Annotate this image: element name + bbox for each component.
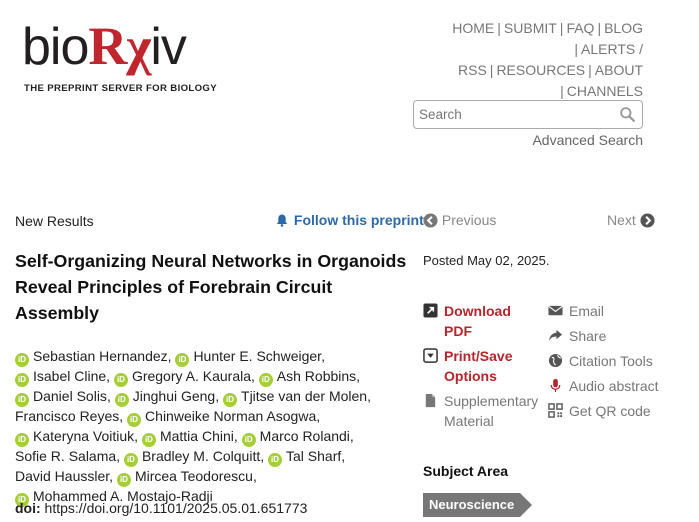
author-item[interactable]: iD Tjitse van der Molen, xyxy=(223,388,371,407)
biorxiv-logo[interactable]: bioRχiv THE PREPRINT SERVER FOR BIOLOGY xyxy=(22,18,217,94)
nav-home[interactable]: HOME xyxy=(452,20,494,36)
author-item[interactable]: iD Chinweike Norman Asogwa, xyxy=(127,408,320,427)
doi-link[interactable]: https://doi.org/10.1101/2025.05.01.65177… xyxy=(45,500,308,516)
globe-icon xyxy=(548,353,563,368)
qr-code-icon xyxy=(548,403,563,418)
nav-about[interactable]: ABOUT xyxy=(595,62,643,78)
bell-icon xyxy=(276,214,288,227)
download-pdf-link[interactable]: Download PDF xyxy=(423,301,511,341)
author-item[interactable]: iD Kateryna Voitiuk, xyxy=(15,428,138,447)
print-save-options[interactable]: Print/Save Options xyxy=(423,346,512,386)
author-item[interactable]: iD Daniel Solis, xyxy=(15,388,111,407)
email-link[interactable]: Email xyxy=(548,301,604,321)
author-item[interactable]: David Haussler, xyxy=(15,468,113,484)
article-section-label: New Results xyxy=(15,213,94,229)
orcid-icon[interactable]: iD xyxy=(258,373,273,387)
search-input[interactable] xyxy=(414,101,604,128)
caret-square-down-icon xyxy=(423,348,438,363)
orcid-icon[interactable]: iD xyxy=(15,433,29,447)
arrow-right-circle-icon xyxy=(640,213,655,228)
orcid-icon[interactable]: iD xyxy=(15,393,29,407)
author-item[interactable]: iD Mattia Chini, xyxy=(141,428,238,447)
orcid-icon[interactable]: iD xyxy=(15,373,29,387)
orcid-icon[interactable]: iD xyxy=(114,393,129,407)
author-item[interactable]: iD Mircea Teodorescu, xyxy=(116,468,257,487)
orcid-icon[interactable]: iD xyxy=(241,433,256,447)
orcid-icon[interactable]: iD xyxy=(113,373,128,387)
previous-link[interactable]: Previous xyxy=(423,212,496,228)
follow-preprint-link[interactable]: Follow this preprint xyxy=(276,212,424,228)
advanced-search-link[interactable]: Advanced Search xyxy=(532,132,643,148)
citation-tools-link[interactable]: Citation Tools xyxy=(548,351,653,371)
subject-area-heading: Subject Area xyxy=(423,463,509,479)
orcid-icon[interactable]: iD xyxy=(223,393,238,407)
article-title: Self-Organizing Neural Networks in Organ… xyxy=(15,251,407,323)
supplementary-material-link[interactable]: Supplementary Material xyxy=(423,391,538,431)
next-label: Next xyxy=(607,212,636,228)
next-link[interactable]: Next xyxy=(607,212,655,228)
nav-resources[interactable]: RESOURCES xyxy=(496,62,585,78)
search-box xyxy=(413,100,643,129)
orcid-icon[interactable]: iD xyxy=(175,353,190,367)
author-item[interactable]: Francisco Reyes, xyxy=(15,408,123,424)
nav-channels[interactable]: CHANNELS xyxy=(567,83,643,99)
author-list: iD Sebastian Hernandez, iD Hunter E. Schwe… xyxy=(15,347,415,507)
microphone-icon xyxy=(550,378,561,393)
author-item[interactable]: iD Isabel Cline, xyxy=(15,368,110,387)
author-item[interactable]: iD Gregory A. Kaurala, xyxy=(113,368,255,387)
envelope-icon xyxy=(548,305,563,316)
arrow-left-circle-icon xyxy=(423,213,438,228)
doi-line: doi: https://doi.org/10.1101/2025.05.01.… xyxy=(15,500,307,516)
external-link-icon xyxy=(423,303,438,318)
author-item[interactable]: iD Ash Robbins, xyxy=(258,368,360,387)
author-item[interactable]: iD Hunter E. Schweiger, xyxy=(175,348,325,367)
logo-tagline: THE PREPRINT SERVER FOR BIOLOGY xyxy=(24,83,217,94)
nav-blog[interactable]: BLOG xyxy=(604,20,643,36)
logo-wordmark: bioRχiv xyxy=(22,16,187,76)
orcid-icon[interactable]: iD xyxy=(127,413,142,427)
orcid-icon[interactable]: iD xyxy=(116,473,131,487)
author-item[interactable]: iD Sebastian Hernandez, xyxy=(15,348,172,367)
author-item[interactable]: iD Tal Sharf, xyxy=(268,448,345,467)
author-item[interactable]: iD Marco Rolandi, xyxy=(241,428,354,447)
share-link[interactable]: Share xyxy=(548,326,606,346)
orcid-icon[interactable]: iD xyxy=(15,353,29,367)
doi-label: doi: xyxy=(15,500,41,516)
share-arrow-icon xyxy=(548,329,563,342)
author-item[interactable]: iD Bradley M. Colquitt, xyxy=(123,448,264,467)
orcid-icon[interactable]: iD xyxy=(268,453,283,467)
orcid-icon[interactable]: iD xyxy=(141,433,156,447)
author-item[interactable]: Sofie R. Salama, xyxy=(15,448,120,464)
audio-abstract-link[interactable]: Audio abstract xyxy=(548,376,659,396)
search-icon[interactable] xyxy=(619,106,636,123)
nav-submit[interactable]: SUBMIT xyxy=(504,20,557,36)
subject-tag-neuroscience[interactable]: Neuroscience xyxy=(423,493,533,517)
qr-code-link[interactable]: Get QR code xyxy=(548,401,651,421)
orcid-icon[interactable]: iD xyxy=(123,453,138,467)
previous-label: Previous xyxy=(441,212,497,228)
file-icon xyxy=(425,393,436,408)
author-item[interactable]: iD Jinghui Geng, xyxy=(114,388,219,407)
follow-label: Follow this preprint xyxy=(293,212,424,228)
posted-date: Posted May 02, 2025. xyxy=(423,253,550,268)
top-navigation: HOME | SUBMIT | FAQ | BLOG | ALERTS / RSS | RESOU… xyxy=(452,20,643,99)
nav-faq[interactable]: FAQ xyxy=(566,20,594,36)
